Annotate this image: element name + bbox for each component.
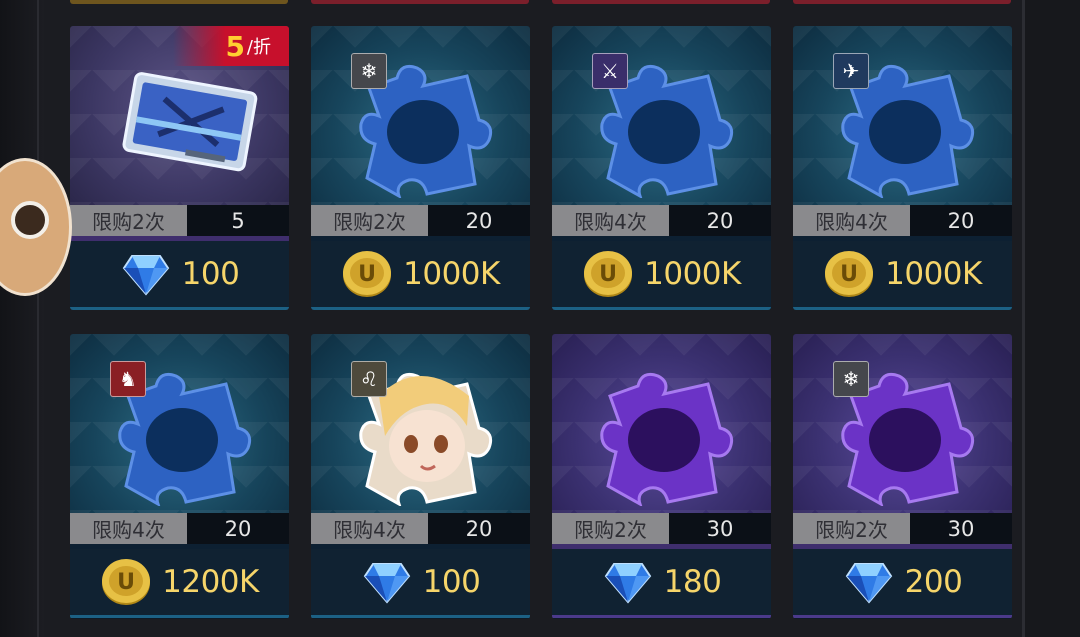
shop-item-card[interactable]: ❄ 限购2次 30 200 [793, 334, 1012, 619]
item-art: ♞ [70, 334, 289, 513]
price-value: 180 [663, 564, 722, 600]
item-quantity: 20 [910, 205, 1012, 236]
shop-item-card[interactable]: ♞ 限购4次 20 U 1200K [70, 334, 289, 619]
purchase-limit-label: 限购4次 [311, 513, 428, 544]
shop-item-card[interactable]: ❄ 限购2次 20 U 1000K [311, 26, 530, 310]
lion-badge-icon: ♌ [351, 361, 387, 397]
item-quantity: 20 [428, 513, 530, 544]
shop-item-card[interactable]: ♌ 限购4次 20 100 [311, 334, 530, 619]
shop-item-card[interactable]: ⚔ 限购4次 20 U 1000K [552, 26, 771, 310]
price-value: 1000K [403, 256, 500, 292]
buy-button[interactable]: 100 [311, 549, 530, 618]
shop-item-card[interactable]: 5 /折 限购2次 5 100 [70, 26, 289, 310]
svg-text:U: U [358, 262, 376, 287]
item-art: ❄ [793, 334, 1012, 513]
limit-row: 限购4次 20 [552, 205, 771, 236]
item-art: ❄ [311, 26, 530, 205]
shop-item-card[interactable]: ✈ 限购4次 20 U 1000K [793, 26, 1012, 310]
item-art [552, 334, 771, 513]
limit-row: 限购2次 30 [552, 513, 771, 544]
purchase-limit-label: 限购4次 [552, 205, 669, 236]
coin-icon: U [102, 559, 151, 605]
limit-row: 限购4次 20 [311, 513, 530, 544]
snowflake-badge-icon: ❄ [351, 53, 387, 89]
item-art: 5 /折 [70, 26, 289, 205]
buy-button[interactable]: U 1000K [552, 241, 771, 310]
item-quantity: 20 [187, 513, 289, 544]
purchase-limit-label: 限购4次 [793, 205, 910, 236]
item-quantity: 5 [187, 205, 289, 236]
purple-puzzle-piece-icon [600, 372, 734, 506]
purchase-limit-label: 限购2次 [311, 205, 428, 236]
horse-badge-icon: ♞ [110, 361, 146, 397]
item-art: ✈ [793, 26, 1012, 205]
discount-unit: /折 [246, 37, 271, 58]
gem-icon [363, 563, 410, 604]
price-value: 1200K [162, 564, 259, 600]
item-quantity: 30 [669, 513, 771, 544]
coin-icon: U [825, 251, 874, 297]
purchase-limit-label: 限购2次 [70, 205, 187, 236]
limit-row: 限购2次 5 [70, 205, 289, 236]
buy-button[interactable]: U 1200K [70, 549, 289, 618]
price-value: 1000K [644, 256, 741, 292]
coin-icon: U [343, 251, 392, 297]
item-quantity: 20 [428, 205, 530, 236]
svg-text:U: U [117, 570, 135, 595]
wing-badge-icon: ✈ [833, 53, 869, 89]
purchase-limit-label: 限购4次 [70, 513, 187, 544]
limit-row: 限购2次 30 [793, 513, 1012, 544]
item-art: ♌ [311, 334, 530, 513]
sword-badge-icon: ⚔ [592, 53, 628, 89]
buy-button[interactable]: U 1000K [311, 241, 530, 310]
limit-row: 限购2次 20 [311, 205, 530, 236]
snowflake-badge-icon: ❄ [833, 361, 869, 397]
gem-icon [122, 255, 169, 296]
shop-grid: 5 /折 限购2次 5 100 ❄ 限购2次 20 U 1000K ⚔ 限购4次… [0, 0, 1080, 637]
purchase-limit-label: 限购2次 [552, 513, 669, 544]
buy-button[interactable]: U 1000K [793, 241, 1012, 310]
gem-icon [845, 563, 892, 604]
item-quantity: 20 [669, 205, 771, 236]
item-quantity: 30 [910, 513, 1012, 544]
shop-item-card[interactable]: 限购2次 30 180 [552, 334, 771, 619]
price-value: 100 [181, 256, 240, 292]
limit-row: 限购4次 20 [70, 513, 289, 544]
buy-button[interactable]: 200 [793, 549, 1012, 618]
discount-tag: 5 /折 [173, 26, 289, 66]
purchase-limit-label: 限购2次 [793, 513, 910, 544]
svg-text:U: U [840, 262, 858, 287]
item-art: ⚔ [552, 26, 771, 205]
coin-icon: U [584, 251, 633, 297]
owl-eye [11, 201, 49, 239]
buy-button[interactable]: 180 [552, 549, 771, 618]
discount-number: 5 [225, 29, 245, 63]
limit-row: 限购4次 20 [793, 205, 1012, 236]
price-value: 1000K [885, 256, 982, 292]
gem-icon [604, 563, 651, 604]
buy-button[interactable]: 100 [70, 241, 289, 310]
price-value: 200 [904, 564, 963, 600]
price-value: 100 [422, 564, 481, 600]
svg-text:U: U [599, 262, 617, 287]
